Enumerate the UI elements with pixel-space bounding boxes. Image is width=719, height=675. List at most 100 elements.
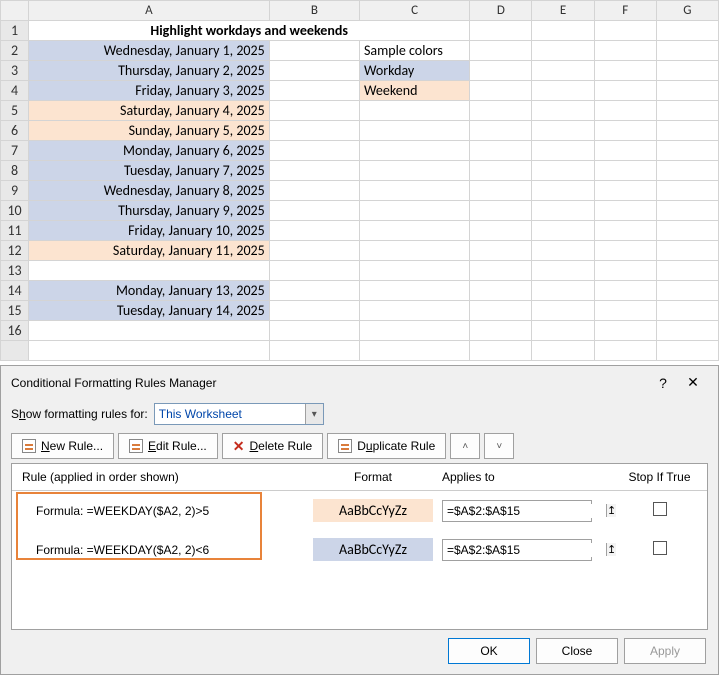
row-header[interactable]: 10 — [1, 201, 29, 221]
cell[interactable] — [470, 261, 532, 281]
cell[interactable] — [594, 221, 656, 241]
scope-select[interactable]: This Worksheet ▾ — [154, 403, 324, 425]
cell[interactable] — [532, 281, 594, 301]
edit-rule-button[interactable]: Edit Rule... — [118, 433, 218, 459]
cell[interactable] — [532, 81, 594, 101]
cell[interactable] — [532, 41, 594, 61]
cell[interactable] — [470, 321, 532, 341]
cell[interactable] — [470, 81, 532, 101]
cell[interactable] — [594, 181, 656, 201]
cell[interactable] — [470, 221, 532, 241]
cell[interactable] — [656, 321, 718, 341]
applies-to-input[interactable]: ↥ — [442, 539, 592, 561]
date-cell[interactable] — [29, 321, 270, 341]
cell[interactable] — [470, 281, 532, 301]
cell[interactable] — [656, 141, 718, 161]
cell[interactable] — [470, 201, 532, 221]
cell[interactable] — [269, 221, 359, 241]
date-cell[interactable]: Friday, January 3, 2025 — [29, 81, 270, 101]
cell[interactable] — [470, 61, 532, 81]
cell[interactable] — [269, 101, 359, 121]
date-cell[interactable]: Wednesday, January 1, 2025 — [29, 41, 270, 61]
row-header[interactable]: 13 — [1, 261, 29, 281]
cell[interactable] — [594, 21, 656, 41]
cell[interactable] — [269, 301, 359, 321]
cell[interactable] — [359, 181, 469, 201]
cell[interactable] — [532, 21, 594, 41]
cell[interactable] — [532, 161, 594, 181]
close-dialog-button[interactable]: Close — [536, 638, 618, 664]
cell[interactable] — [656, 21, 718, 41]
delete-rule-button[interactable]: ✕Delete Rule — [222, 433, 323, 459]
cell[interactable] — [269, 261, 359, 281]
cell[interactable] — [532, 181, 594, 201]
date-cell[interactable]: Tuesday, January 7, 2025 — [29, 161, 270, 181]
row-header[interactable]: 11 — [1, 221, 29, 241]
col-D[interactable]: D — [470, 1, 532, 21]
cell[interactable] — [656, 101, 718, 121]
date-cell[interactable]: Saturday, January 4, 2025 — [29, 101, 270, 121]
date-cell[interactable]: Thursday, January 2, 2025 — [29, 61, 270, 81]
cell[interactable] — [656, 221, 718, 241]
cell[interactable] — [470, 181, 532, 201]
cell[interactable] — [532, 201, 594, 221]
row-header[interactable]: 14 — [1, 281, 29, 301]
cell[interactable] — [470, 241, 532, 261]
help-button[interactable]: ? — [648, 375, 678, 391]
col-F[interactable]: F — [594, 1, 656, 21]
row-header[interactable]: 6 — [1, 121, 29, 141]
col-A[interactable]: A — [29, 1, 270, 21]
date-cell[interactable]: Sunday, January 5, 2025 — [29, 121, 270, 141]
cell[interactable] — [656, 121, 718, 141]
cell[interactable] — [269, 241, 359, 261]
cell[interactable] — [656, 61, 718, 81]
cell[interactable] — [269, 141, 359, 161]
sample-weekend[interactable]: Weekend — [359, 81, 469, 101]
cell[interactable] — [656, 261, 718, 281]
cell[interactable] — [656, 181, 718, 201]
cell[interactable] — [269, 121, 359, 141]
date-cell[interactable]: Friday, January 10, 2025 — [29, 221, 270, 241]
cell[interactable] — [532, 221, 594, 241]
cell[interactable] — [594, 41, 656, 61]
cell[interactable] — [594, 301, 656, 321]
cell[interactable] — [532, 301, 594, 321]
cell[interactable] — [359, 301, 469, 321]
sample-workday[interactable]: Workday — [359, 61, 469, 81]
stop-if-true-checkbox[interactable] — [653, 502, 667, 516]
cell[interactable] — [359, 321, 469, 341]
cell[interactable] — [359, 241, 469, 261]
move-down-button[interactable]: ˅ — [484, 433, 514, 459]
cell[interactable] — [359, 201, 469, 221]
cell[interactable] — [532, 61, 594, 81]
cell[interactable] — [594, 161, 656, 181]
cell[interactable] — [269, 321, 359, 341]
cell[interactable] — [269, 181, 359, 201]
move-up-button[interactable]: ˄ — [450, 433, 480, 459]
cell[interactable] — [594, 121, 656, 141]
col-G[interactable]: G — [656, 1, 718, 21]
cell[interactable] — [532, 141, 594, 161]
row-header[interactable]: 8 — [1, 161, 29, 181]
close-button[interactable]: ✕ — [678, 374, 708, 391]
row-header[interactable]: 3 — [1, 61, 29, 81]
new-rule-button[interactable]: New Rule... — [11, 433, 114, 459]
sample-header[interactable]: Sample colors — [359, 41, 469, 61]
cell[interactable] — [359, 101, 469, 121]
range-picker-icon[interactable]: ↥ — [606, 543, 616, 556]
duplicate-rule-button[interactable]: Duplicate Rule — [327, 433, 446, 459]
row-header[interactable]: 5 — [1, 101, 29, 121]
cell[interactable] — [656, 161, 718, 181]
cell[interactable] — [470, 301, 532, 321]
cell[interactable] — [269, 161, 359, 181]
col-E[interactable]: E — [532, 1, 594, 21]
cell[interactable] — [470, 21, 532, 41]
date-cell[interactable]: Tuesday, January 14, 2025 — [29, 301, 270, 321]
title-cell[interactable]: Highlight workdays and weekends — [29, 21, 470, 41]
cell[interactable] — [470, 161, 532, 181]
cell[interactable] — [532, 121, 594, 141]
cell[interactable] — [532, 241, 594, 261]
cell[interactable] — [532, 101, 594, 121]
cell[interactable] — [359, 161, 469, 181]
stop-if-true-checkbox[interactable] — [653, 541, 667, 555]
